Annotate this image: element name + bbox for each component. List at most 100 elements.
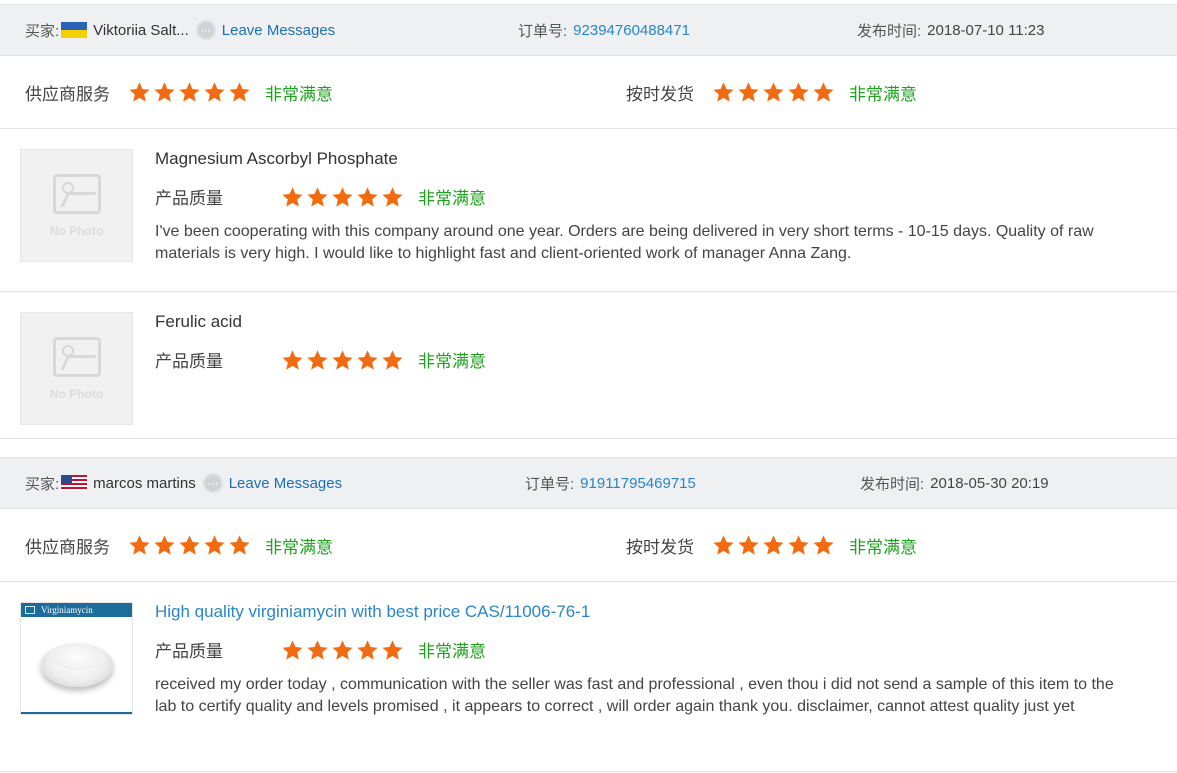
buyer-info: 买家: marcos martins ⋯ Leave Messages [25, 473, 342, 494]
rating-text: 非常满意 [265, 537, 333, 557]
no-photo-label: No Photo [49, 386, 104, 401]
star-icon [762, 81, 785, 103]
rating-text: 非常满意 [265, 84, 333, 104]
product-photo[interactable]: Virginiamycin [20, 602, 133, 715]
star-icon [228, 81, 251, 103]
review-header: 买家: Viktoriia Salt... ⋯ Leave Messages 订… [0, 5, 1177, 56]
image-placeholder-icon [52, 336, 101, 377]
on-time-delivery-label: 按时发货 [626, 84, 694, 104]
supplier-service-label: 供应商服务 [25, 84, 110, 104]
star-icon [153, 534, 176, 556]
star-icon [356, 639, 379, 661]
star-icon [228, 534, 251, 556]
order-number[interactable]: 92394760488471 [573, 22, 690, 39]
on-time-delivery-rating: 按时发货 非常满意 [626, 533, 917, 558]
order-label: 订单号: [525, 475, 575, 493]
publish-date-value: 2018-07-10 11:23 [927, 21, 1045, 39]
rating-text: 非常满意 [418, 189, 486, 208]
star-icon [812, 81, 835, 103]
supplier-service-rating: 供应商服务 非常满意 [25, 80, 333, 105]
product-review: Virginiamycin High quality virginiamycin… [0, 582, 1177, 772]
star-icon [281, 186, 304, 208]
product-name-link[interactable]: High quality virginiamycin with best pri… [155, 602, 1177, 622]
product-name[interactable]: Magnesium Ascorbyl Phosphate [155, 149, 1177, 169]
photo-border [21, 712, 132, 714]
star-rating [281, 639, 406, 661]
product-photo-label: Virginiamycin [41, 605, 93, 615]
order-info: 订单号: 92394760488471 [518, 20, 690, 41]
star-icon [128, 534, 151, 556]
product-review: No Photo Magnesium Ascorbyl Phosphate 产品… [0, 129, 1177, 292]
star-icon [812, 534, 835, 556]
star-rating [128, 81, 253, 103]
rating-text: 非常满意 [418, 352, 486, 371]
leave-messages-link[interactable]: Leave Messages [222, 22, 335, 39]
star-icon [153, 81, 176, 103]
star-icon [281, 639, 304, 661]
product-quality-rating: 产品质量 非常满意 [155, 184, 1177, 209]
star-rating [281, 349, 406, 371]
star-icon [737, 534, 760, 556]
review-comment: received my order today , communication … [155, 676, 1114, 715]
star-icon [712, 534, 735, 556]
no-photo-placeholder[interactable]: No Photo [20, 312, 133, 425]
buyer-label: 买家: [25, 22, 60, 40]
review-header: 买家: marcos martins ⋯ Leave Messages 订单号:… [0, 458, 1177, 509]
star-icon [178, 81, 201, 103]
star-icon [281, 349, 304, 371]
rating-text: 非常满意 [849, 84, 917, 104]
product-quality-rating: 产品质量 非常满意 [155, 637, 1177, 662]
buyer-name: Viktoriia Salt... [93, 21, 189, 39]
product-quality-label: 产品质量 [155, 352, 223, 371]
product-info: Magnesium Ascorbyl Phosphate 产品质量 非常满意 I… [155, 149, 1177, 265]
star-icon [306, 639, 329, 661]
star-icon [331, 349, 354, 371]
star-rating [281, 186, 406, 208]
star-icon [356, 349, 379, 371]
product-info: High quality virginiamycin with best pri… [155, 602, 1177, 718]
star-icon [381, 349, 404, 371]
order-info: 订单号: 91911795469715 [525, 473, 696, 494]
star-icon [381, 639, 404, 661]
product-quality-label: 产品质量 [155, 642, 223, 661]
product-info: Ferulic acid 产品质量 非常满意 [155, 312, 1177, 372]
buyer-label: 买家: [25, 475, 60, 493]
star-icon [306, 186, 329, 208]
service-ratings: 供应商服务 非常满意 按时发货 非常满意 [0, 56, 1177, 129]
ukraine-flag-icon [61, 22, 88, 38]
star-icon [787, 534, 810, 556]
product-photo-banner: Virginiamycin [21, 603, 132, 617]
supplier-service-label: 供应商服务 [25, 537, 110, 557]
star-icon [331, 186, 354, 208]
publish-date-value: 2018-05-30 20:19 [930, 474, 1049, 492]
star-icon [381, 186, 404, 208]
supplier-service-rating: 供应商服务 非常满意 [25, 533, 333, 558]
star-icon [331, 639, 354, 661]
chat-icon[interactable]: ⋯ [202, 473, 223, 493]
star-icon [712, 81, 735, 103]
review-card: 买家: Viktoriia Salt... ⋯ Leave Messages 订… [0, 4, 1177, 439]
chat-icon[interactable]: ⋯ [195, 20, 216, 40]
star-rating [712, 534, 837, 556]
rating-text: 非常满意 [849, 537, 917, 557]
on-time-delivery-rating: 按时发货 非常满意 [626, 80, 917, 105]
star-icon [128, 81, 151, 103]
order-number[interactable]: 91911795469715 [580, 475, 696, 492]
service-ratings: 供应商服务 非常满意 按时发货 非常满意 [0, 509, 1177, 582]
star-icon [737, 81, 760, 103]
star-icon [203, 534, 226, 556]
buyer-info: 买家: Viktoriia Salt... ⋯ Leave Messages [25, 20, 335, 41]
review-comment: I've been cooperating with this company … [155, 223, 1094, 262]
no-photo-placeholder[interactable]: No Photo [20, 149, 133, 262]
star-icon [203, 81, 226, 103]
leave-messages-link[interactable]: Leave Messages [229, 475, 342, 492]
order-label: 订单号: [518, 22, 568, 40]
no-photo-label: No Photo [49, 223, 104, 238]
product-quality-label: 产品质量 [155, 189, 223, 208]
review-card: 买家: marcos martins ⋯ Leave Messages 订单号:… [0, 457, 1177, 772]
star-icon [762, 534, 785, 556]
on-time-delivery-label: 按时发货 [626, 537, 694, 557]
star-icon [306, 349, 329, 371]
product-name[interactable]: Ferulic acid [155, 312, 1177, 332]
usa-flag-icon [61, 475, 88, 491]
